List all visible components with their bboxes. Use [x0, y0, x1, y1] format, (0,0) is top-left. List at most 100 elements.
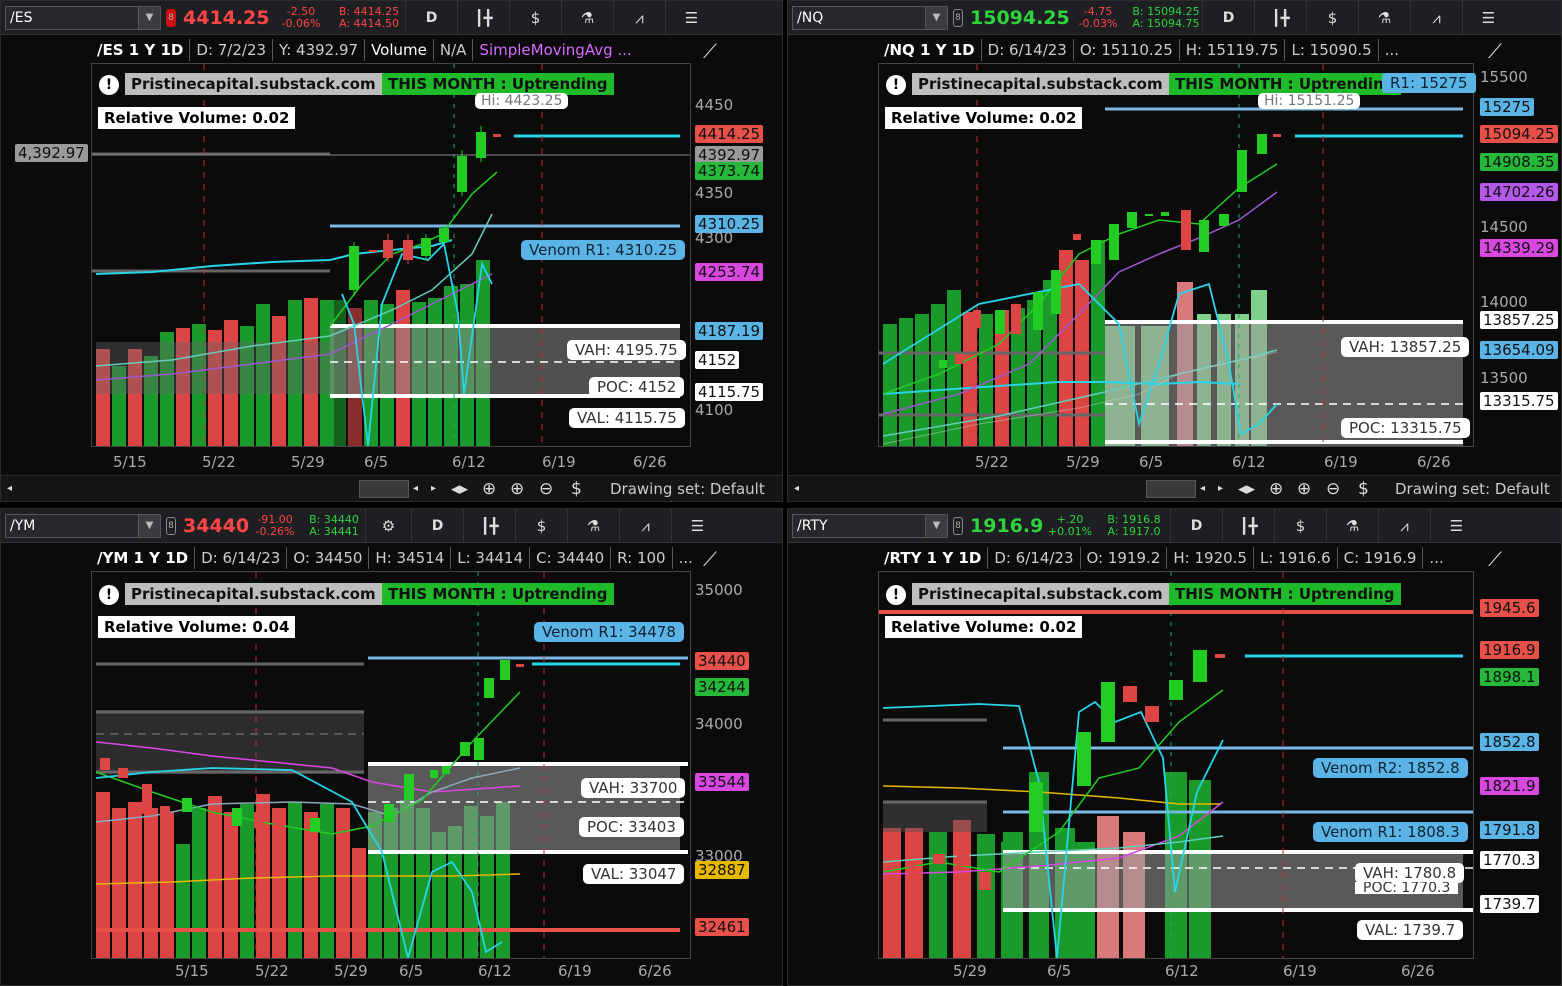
dollar-scale-icon[interactable]: $ [571, 479, 582, 499]
symbol-input-rty[interactable]: /RTY ▼ [792, 513, 948, 538]
timeframe-button[interactable]: D [411, 509, 463, 543]
date-tick: 6/12 [452, 453, 486, 471]
menu-icon[interactable]: ☰ [1462, 1, 1514, 35]
price-tag: 34440 [695, 652, 749, 670]
link-icon[interactable]: 8 [166, 8, 176, 27]
date-tick: 6/5 [1047, 962, 1072, 980]
chart-header: /RTY 1 Y 1D D: 6/14/23 O: 1919.2 H: 1920… [878, 545, 1450, 571]
header-symbol[interactable]: /RTY 1 Y 1D [878, 547, 989, 569]
bid: B: 34440 [309, 512, 359, 526]
style-icon[interactable]: ⟋ [1482, 39, 1508, 65]
val-label: VAL: 4115.75 [569, 408, 685, 428]
axis-tick: 35000 [695, 581, 743, 599]
alert-icon[interactable]: ! [99, 585, 119, 605]
price-tag: 1916.9 [1480, 641, 1539, 659]
timeframe-button[interactable]: D [405, 1, 457, 35]
flask-icon[interactable]: ⚗ [1326, 509, 1378, 543]
chart-header: /NQ 1 Y 1D D: 6/14/23 O: 15110.25 H: 151… [878, 37, 1405, 63]
candles-icon[interactable]: ┃╋ [457, 1, 509, 35]
symbol-input-nq[interactable]: /NQ ▼ [792, 5, 948, 30]
flask-icon[interactable]: ⚗ [567, 509, 619, 543]
flask-icon[interactable]: ⚗ [1358, 1, 1410, 35]
dollar-icon[interactable]: $ [509, 1, 561, 35]
drawing-set[interactable]: Drawing set: Default [1395, 480, 1550, 498]
chevron-down-icon[interactable]: ▼ [925, 6, 947, 29]
style-icon[interactable]: ⟋ [697, 547, 723, 573]
menu-icon[interactable]: ☰ [671, 509, 723, 543]
symbol-text: /YM [10, 517, 36, 534]
scroll-left-icon[interactable]: ◂ [413, 483, 418, 494]
study-icon[interactable]: ⩘ [1378, 509, 1430, 543]
style-icon[interactable]: ⟋ [1482, 547, 1508, 573]
symbol-input-es[interactable]: /ES ▼ [5, 5, 161, 30]
alert-icon[interactable]: ! [886, 75, 906, 95]
candles-icon[interactable]: ┃╋ [463, 509, 515, 543]
date-tick: 6/5 [364, 453, 389, 471]
header-close: C: 34440 [530, 547, 612, 569]
study-icon[interactable]: ⩘ [1410, 1, 1462, 35]
header-more[interactable]: ... [673, 547, 699, 569]
scroll-right-icon[interactable]: ▸ [431, 483, 436, 494]
zoom-in-icon[interactable]: ⊕ [510, 479, 524, 499]
expand-icon[interactable]: ◂▸ [1238, 479, 1255, 499]
date-tick: 6/12 [478, 962, 512, 980]
date-tick: 6/12 [1165, 962, 1199, 980]
header-symbol[interactable]: /NQ 1 Y 1D [878, 39, 982, 61]
zoom-out-icon[interactable]: ⊖ [1326, 479, 1340, 499]
header-more[interactable]: ... [1379, 39, 1405, 61]
date-tick: 5/29 [291, 453, 325, 471]
change-pct: -0.26% [255, 524, 295, 538]
header-more[interactable]: ... [1423, 547, 1449, 569]
dollar-icon[interactable]: $ [1274, 509, 1326, 543]
chart-panel-es: /ES ▼ 8 4414.25 -2.50 -0.06% B: 4414.25 A: … [0, 0, 783, 502]
link-icon[interactable]: 8 [166, 516, 176, 535]
chevron-down-icon[interactable]: ▼ [138, 6, 160, 29]
chevron-down-icon[interactable]: ▼ [138, 514, 160, 537]
axis-tick: 14500 [1480, 218, 1528, 236]
scrollbar-thumb[interactable] [359, 479, 409, 498]
scroll-right-icon[interactable]: ▸ [1218, 483, 1223, 494]
dollar-scale-icon[interactable]: $ [1358, 479, 1369, 499]
study-icon[interactable]: ⩘ [613, 1, 665, 35]
price-tag: 14702.26 [1480, 183, 1558, 201]
date-tick: 6/5 [1139, 453, 1164, 471]
header-symbol[interactable]: /ES 1 Y 1D [91, 39, 191, 61]
val-label: VAL: 33047 [583, 864, 685, 884]
gear-icon[interactable]: ⚙ [365, 509, 411, 543]
menu-icon[interactable]: ☰ [665, 1, 717, 35]
change-pct: -0.06% [281, 16, 321, 30]
crosshair-icon[interactable]: ⊕ [482, 479, 496, 499]
drawing-set[interactable]: Drawing set: Default [610, 480, 765, 498]
date-tick: 5/15 [113, 453, 147, 471]
vah-label: VAH: 33700 [581, 778, 686, 798]
scroll-left-icon[interactable]: ◂ [1200, 483, 1205, 494]
bid: B: 15094.25 [1132, 4, 1200, 18]
timeframe-button[interactable]: D [1170, 509, 1222, 543]
price-tag: 1791.8 [1480, 821, 1539, 839]
study-icon[interactable]: ⩘ [619, 509, 671, 543]
expand-icon[interactable]: ◂▸ [451, 479, 468, 499]
zoom-out-icon[interactable]: ⊖ [539, 479, 553, 499]
scroll-left-icon[interactable]: ◂ [794, 483, 799, 494]
dollar-icon[interactable]: $ [1306, 1, 1358, 35]
link-icon[interactable]: 8 [953, 516, 963, 535]
alert-icon[interactable]: ! [886, 585, 906, 605]
symbol-input-ym[interactable]: /YM ▼ [5, 513, 161, 538]
candles-icon[interactable]: ┃╋ [1222, 509, 1274, 543]
alert-icon[interactable]: ! [99, 75, 119, 95]
menu-icon[interactable]: ☰ [1430, 509, 1482, 543]
candles-icon[interactable]: ┃╋ [1254, 1, 1306, 35]
timeframe-button[interactable]: D [1202, 1, 1254, 35]
link-icon[interactable]: 8 [953, 8, 963, 27]
dollar-icon[interactable]: $ [515, 509, 567, 543]
zoom-in-icon[interactable]: ⊕ [1297, 479, 1311, 499]
crosshair-icon[interactable]: ⊕ [1269, 479, 1283, 499]
flask-icon[interactable]: ⚗ [561, 1, 613, 35]
chevron-down-icon[interactable]: ▼ [925, 514, 947, 537]
date-tick: 5/29 [953, 962, 987, 980]
scrollbar-thumb[interactable] [1146, 479, 1196, 498]
style-icon[interactable]: ⟋ [697, 39, 723, 65]
price-tag: 14339.29 [1480, 239, 1558, 257]
header-symbol[interactable]: /YM 1 Y 1D [91, 547, 196, 569]
scroll-left-icon[interactable]: ◂ [7, 483, 12, 494]
